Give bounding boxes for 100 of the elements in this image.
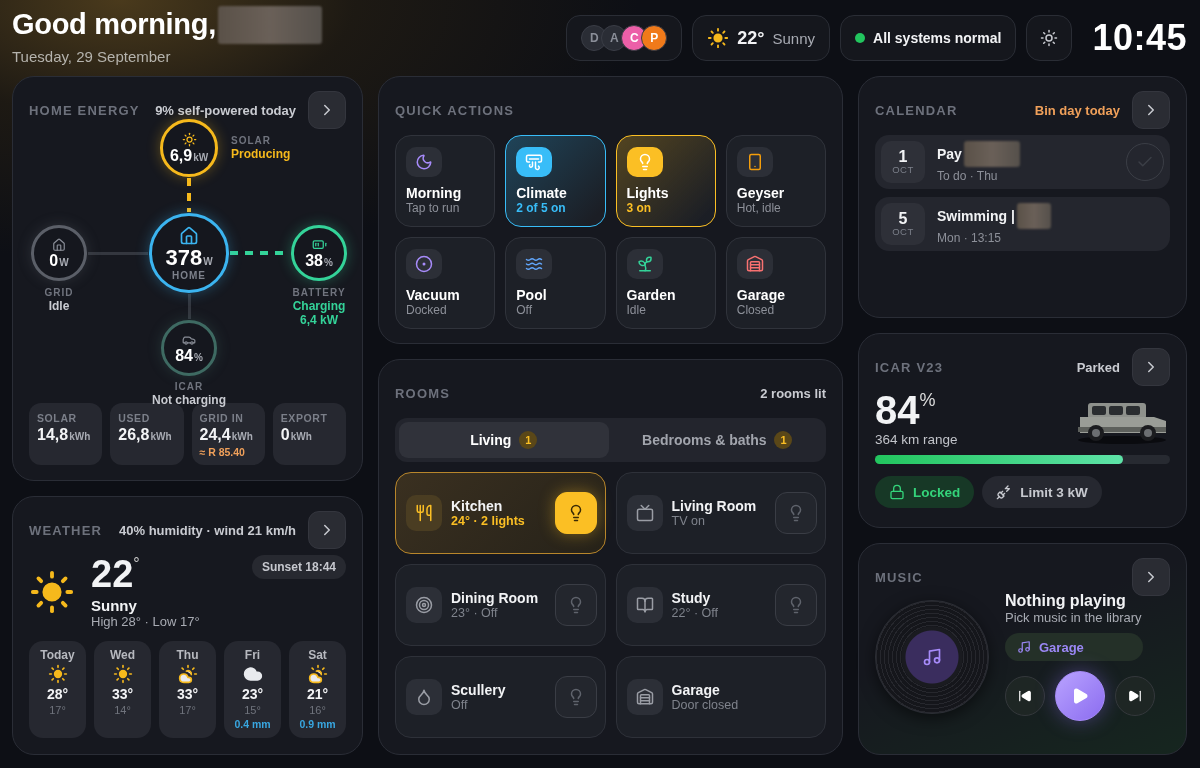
node-status: Charging	[292, 299, 346, 314]
room-card[interactable]: Study 22° · Off	[615, 564, 826, 646]
previous-button[interactable]	[1005, 676, 1045, 716]
forecast-high: 23°	[241, 686, 264, 702]
clock: 10:45	[1092, 17, 1187, 59]
temperature: 22°	[91, 555, 141, 593]
room-name: Dining Room	[451, 590, 540, 606]
header-temperature: 22°	[737, 27, 765, 49]
details-button[interactable]	[1132, 91, 1170, 129]
room-detail: Off	[451, 698, 469, 712]
stat-value: 0kWh	[280, 426, 313, 444]
utensils-icon	[406, 495, 442, 531]
count-badge: 1	[774, 431, 793, 449]
cloud-icon	[242, 664, 263, 684]
details-button[interactable]	[308, 91, 346, 129]
card-title: HOME ENERGY	[29, 102, 141, 118]
speaker-selector[interactable]: Garage	[1005, 633, 1143, 661]
card-title: ROOMS	[395, 385, 452, 401]
count-badge: 1	[519, 431, 538, 449]
node-value: 0W	[49, 252, 69, 269]
stat-label: SOLAR	[37, 412, 78, 424]
forecast-day: Thu	[176, 648, 199, 662]
stat-label: GRID IN	[199, 412, 245, 424]
skip-forward-icon	[1128, 689, 1142, 703]
rooms-lit-summary: 2 rooms lit	[760, 385, 826, 401]
light-toggle[interactable]	[775, 584, 817, 626]
room-name: Living Room	[671, 498, 758, 514]
room-detail: Door closed	[671, 698, 740, 712]
room-card[interactable]: Kitchen 24° · 2 lights	[395, 472, 606, 554]
calendar-event[interactable]: 1 OCT Pay To do · Thu	[875, 135, 1170, 189]
play-button[interactable]	[1055, 671, 1105, 721]
room-name: Kitchen	[451, 498, 504, 514]
node-label: SOLAR	[231, 135, 271, 147]
brightness-button[interactable]	[1026, 15, 1073, 61]
cloud-sun-icon	[177, 664, 198, 684]
house-icon	[52, 237, 66, 252]
quick-action-tile[interactable]: Garden Idle	[615, 237, 716, 329]
room-tab[interactable]: Living 1	[399, 422, 609, 458]
battery-icon	[311, 237, 327, 252]
target-icon	[406, 587, 442, 623]
forecast-day: Today	[40, 648, 75, 662]
node-detail: 6,4 kW	[300, 313, 338, 328]
quick-action-tile[interactable]: Garage Closed	[725, 237, 826, 329]
forecast-day: Wed	[109, 648, 136, 662]
node-label: GRID	[44, 287, 74, 299]
track-title: Nothing playing	[1005, 592, 1127, 610]
room-detail: TV on	[671, 514, 706, 528]
room-card[interactable]: Living Room TV on	[615, 472, 826, 554]
forecast-high: 33°	[111, 686, 134, 702]
date-text: Tuesday, 29 September	[12, 47, 172, 65]
forecast-rain: 0.9 mm	[299, 718, 336, 730]
node-value: 6,9kW	[169, 148, 209, 164]
stat-label: USED	[118, 412, 151, 424]
node-label: ICAR	[174, 381, 204, 393]
lock-chip[interactable]: Locked	[875, 476, 975, 508]
node-status: Idle	[48, 299, 70, 314]
forecast-low: 16°	[309, 704, 326, 716]
forecast-low: 14°	[114, 704, 131, 716]
quick-action-tile[interactable]: Vacuum Docked	[395, 237, 496, 329]
next-button[interactable]	[1115, 676, 1155, 716]
status-text: All systems normal	[873, 30, 1002, 46]
room-name: Garage	[671, 682, 721, 698]
room-card[interactable]: Dining Room 23° · Off	[395, 564, 606, 646]
quick-action-tile[interactable]: Lights 3 on	[615, 135, 716, 227]
details-button[interactable]	[308, 511, 346, 549]
sun-icon	[112, 664, 133, 684]
room-card[interactable]: Scullery Off	[395, 656, 606, 738]
droplet-icon	[406, 679, 442, 715]
quick-action-tile[interactable]: Climate 2 of 5 on	[505, 135, 606, 227]
users-pill[interactable]: D A C P	[566, 15, 683, 61]
event-month: OCT	[892, 165, 914, 176]
quick-action-tile[interactable]: Morning Tap to run	[395, 135, 496, 227]
event-title: Swimming |	[937, 208, 1015, 224]
sun-icon	[29, 569, 75, 615]
room-tab[interactable]: Bedrooms & baths 1	[612, 422, 822, 458]
event-day: 1	[898, 148, 908, 166]
plug-icon	[996, 484, 1013, 500]
details-button[interactable]	[1132, 348, 1170, 386]
quick-action-tile[interactable]: Geyser Hot, idle	[725, 135, 826, 227]
sunset-badge: Sunset 18:44	[251, 555, 346, 579]
tv-icon	[626, 495, 663, 531]
forecast-low: 15°	[244, 704, 261, 716]
details-button[interactable]	[1132, 558, 1170, 596]
event-month: OCT	[892, 227, 914, 238]
stat-label: EXPORT	[280, 412, 329, 424]
forecast-day: Fri	[244, 648, 261, 662]
light-toggle[interactable]	[775, 492, 817, 534]
forecast-high: 28°	[46, 686, 69, 702]
air-conditioner-icon	[525, 153, 544, 171]
charge-limit-chip[interactable]: Limit 3 kW	[982, 476, 1102, 508]
status-pill[interactable]: All systems normal	[840, 15, 1017, 61]
event-subtitle: To do · Thu	[937, 169, 999, 183]
quick-action-tile[interactable]: Pool Off	[505, 237, 606, 329]
forecast-high: 33°	[176, 686, 199, 702]
light-toggle[interactable]	[554, 676, 597, 718]
calendar-event[interactable]: 5 OCT Swimming | Mon · 13:15	[875, 197, 1170, 251]
range-text: 364 km range	[875, 432, 958, 447]
room-card[interactable]: Garage Door closed	[615, 656, 826, 738]
weather-pill[interactable]: 22° Sunny	[692, 15, 831, 61]
light-toggle[interactable]	[554, 584, 597, 626]
